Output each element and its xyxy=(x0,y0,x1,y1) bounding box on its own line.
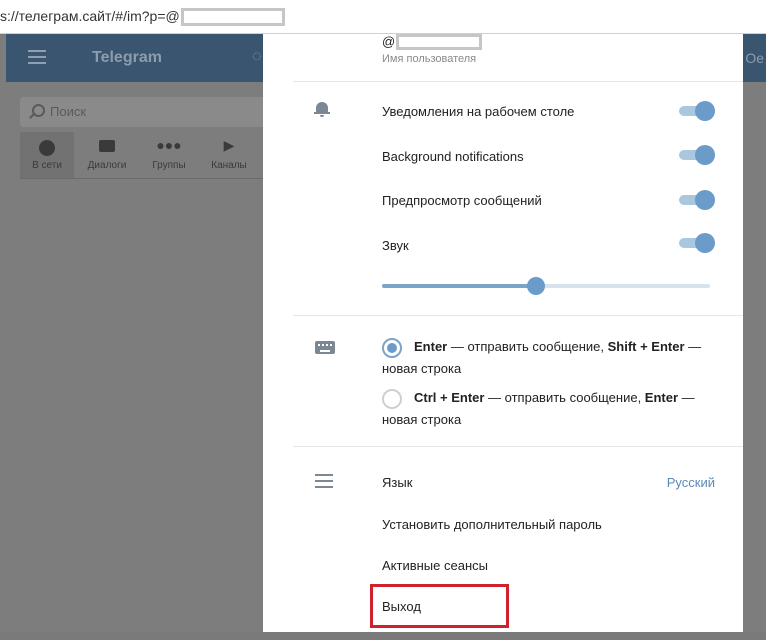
tab-dialogs[interactable]: Диалоги xyxy=(80,132,134,178)
group-icon: ●●● xyxy=(156,137,182,153)
dialog-tabs: В сети Диалоги ●●● Группы ▶ Каналы xyxy=(20,132,270,179)
tab-label: В сети xyxy=(32,160,62,171)
menu-lines-icon xyxy=(315,474,333,488)
volume-thumb[interactable] xyxy=(527,277,546,295)
url-text[interactable]: s://телеграм.сайт/#/im?p=@ xyxy=(0,8,285,27)
volume-fill xyxy=(382,284,537,288)
background-notifications-toggle[interactable] xyxy=(679,145,715,165)
language-value[interactable]: Русский xyxy=(667,475,715,490)
keyboard-icon xyxy=(315,341,335,354)
search-icon xyxy=(32,104,45,117)
username-value: @ xyxy=(382,34,483,50)
divider xyxy=(293,315,743,316)
active-sessions-link[interactable]: Активные сеансы xyxy=(382,558,488,573)
tab-label: Группы xyxy=(152,160,186,171)
tab-label: Диалоги xyxy=(87,160,127,171)
desktop-notifications-toggle[interactable] xyxy=(679,101,715,121)
username-prefix: @ xyxy=(382,34,396,49)
tab-groups[interactable]: ●●● Группы xyxy=(142,132,196,178)
url-value: s://телеграм.сайт/#/im?p=@ xyxy=(0,8,180,24)
volume-slider[interactable] xyxy=(382,277,710,295)
tab-online[interactable]: В сети xyxy=(20,132,74,178)
bell-icon xyxy=(314,101,330,117)
online-icon xyxy=(39,140,55,156)
divider xyxy=(293,81,743,82)
search-placeholder: Поиск xyxy=(50,104,87,119)
logout-highlight-box xyxy=(370,584,509,628)
incognito-icon: ◌ xyxy=(252,48,262,65)
app-title: Telegram xyxy=(92,49,162,66)
divider xyxy=(293,446,743,447)
username-label: Имя пользователя xyxy=(382,53,477,65)
desktop-notifications-label[interactable]: Уведомления на рабочем столе xyxy=(382,104,574,119)
tab-channels[interactable]: ▶ Каналы xyxy=(202,132,256,178)
send-enter-option[interactable]: Enter — отправить сообщение, Shift + Ent… xyxy=(382,336,722,380)
redacted-username xyxy=(180,8,285,27)
sound-label[interactable]: Звук xyxy=(382,238,409,253)
send-ctrl-enter-option[interactable]: Ctrl + Enter — отправить сообщение, Ente… xyxy=(382,387,722,431)
settings-modal: @ Имя пользователя Уведомления на рабоче… xyxy=(263,34,743,632)
set-password-link[interactable]: Установить дополнительный пароль xyxy=(382,517,602,532)
hamburger-menu-icon[interactable] xyxy=(28,50,46,64)
message-preview-toggle[interactable] xyxy=(679,190,715,210)
background-notifications-label[interactable]: Background notifications xyxy=(382,149,524,164)
address-bar[interactable]: s://телеграм.сайт/#/im?p=@ xyxy=(0,0,766,34)
overlay-bottom xyxy=(0,632,766,640)
message-preview-label[interactable]: Предпросмотр сообщений xyxy=(382,193,542,208)
redacted-username xyxy=(396,34,483,50)
search-input[interactable]: Поиск xyxy=(20,97,270,127)
megaphone-icon: ▶ xyxy=(223,137,235,153)
sound-toggle[interactable] xyxy=(679,233,715,253)
header-right-text: Oe xyxy=(745,50,764,66)
chat-bubble-icon xyxy=(99,140,115,152)
language-label[interactable]: Язык xyxy=(382,475,412,490)
tab-label: Каналы xyxy=(211,160,247,171)
